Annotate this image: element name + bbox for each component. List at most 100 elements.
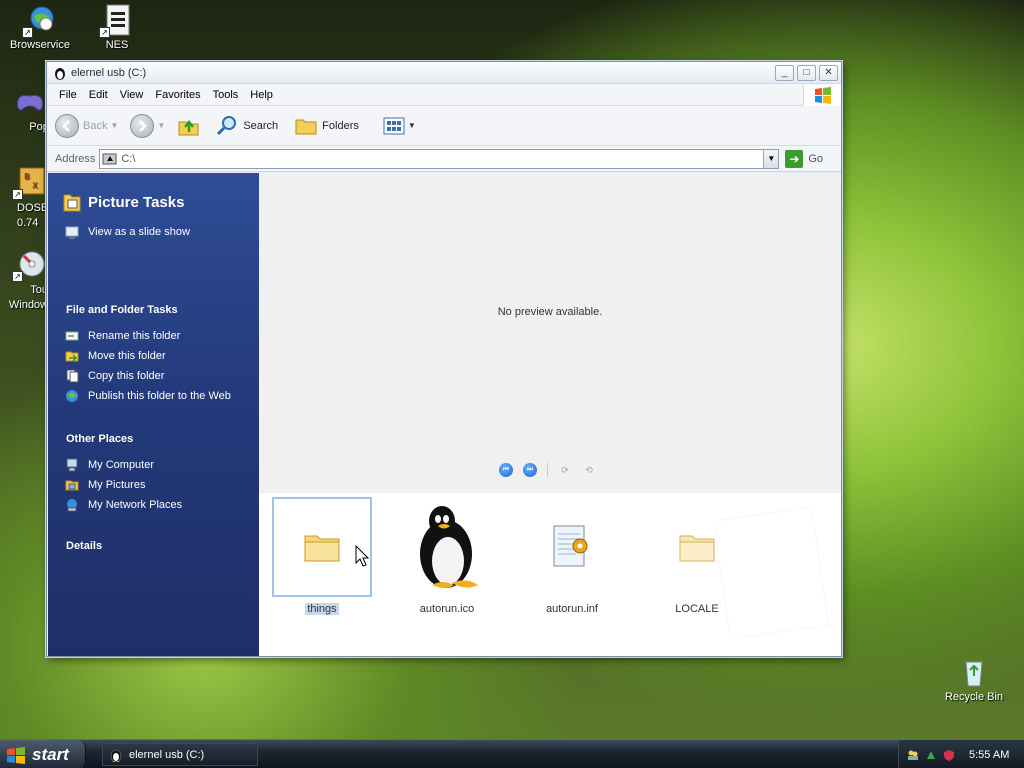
address-bar: Address C:\ ▼ ➔ Go — [47, 146, 841, 172]
place-label: My Pictures — [88, 479, 146, 491]
maximize-button[interactable]: □ — [797, 64, 816, 81]
task-label: Move this folder — [88, 350, 166, 362]
my-computer-icon — [66, 458, 78, 472]
place-my-network-places[interactable]: My Network Places — [65, 498, 182, 513]
taskbar-window-label: elernel usb (C:) — [129, 748, 205, 761]
clock[interactable]: 5:55 AM — [969, 749, 1009, 761]
svg-text:X: X — [32, 181, 38, 190]
menu-help[interactable]: Help — [244, 89, 279, 101]
chevron-down-icon[interactable]: ▼ — [157, 121, 165, 130]
maximize-icon: □ — [803, 66, 810, 78]
search-label: Search — [243, 119, 279, 132]
go-arrow-icon: ➔ — [785, 149, 804, 168]
minimize-button[interactable]: _ — [775, 64, 794, 81]
forward-button[interactable]: ▼ — [130, 113, 165, 138]
filmstrip: things autorun.ico autorun.inf LOCALE — [259, 493, 841, 656]
go-button[interactable]: ➔ Go — [785, 149, 823, 168]
system-tray: 5:55 AM — [898, 740, 1024, 768]
rotate-clockwise-button[interactable]: ⟳ — [558, 463, 572, 477]
desktop-icon-browservice[interactable]: ↗ Browservice — [2, 4, 78, 51]
other-places-header[interactable]: Other Places — [66, 433, 133, 445]
desktop-icon-label: NES — [105, 39, 129, 51]
filmstrip-item[interactable]: LOCALE — [647, 497, 747, 617]
rotate-clockwise-icon: ⟳ — [561, 464, 569, 475]
place-my-pictures[interactable]: My Pictures — [65, 478, 145, 493]
task-move-folder[interactable]: Move this folder — [65, 349, 166, 364]
address-value: C:\ — [121, 152, 136, 165]
chevron-down-icon[interactable]: ▼ — [408, 121, 416, 130]
window-title: elernel usb (C:) — [71, 66, 147, 79]
views-button[interactable]: ▼ — [383, 117, 416, 135]
address-dropdown-button[interactable]: ▼ — [763, 149, 779, 168]
menu-view[interactable]: View — [114, 89, 150, 101]
file-name: autorun.inf — [546, 603, 598, 615]
next-image-button[interactable]: ⏭ — [523, 463, 537, 477]
rotate-counterclockwise-icon: ⟲ — [585, 464, 593, 475]
picture-tasks-header[interactable]: Picture Tasks — [62, 191, 184, 213]
folders-icon — [295, 119, 317, 134]
windows-flag-icon — [7, 746, 25, 764]
windows-logo-icon — [803, 84, 841, 106]
task-publish-folder[interactable]: Publish this folder to the Web — [65, 389, 235, 404]
menu-bar: File Edit View Favorites Tools Help — [47, 84, 841, 106]
file-folder-tasks-header[interactable]: File and Folder Tasks — [66, 304, 178, 316]
no-preview-message: No preview available. — [497, 306, 603, 318]
network-icon[interactable] — [925, 749, 937, 761]
details-header[interactable]: Details — [66, 540, 102, 552]
close-button[interactable]: ✕ — [819, 64, 838, 81]
file-name: LOCALE — [675, 603, 719, 615]
explorer-window[interactable]: elernel usb (C:) _ □ ✕ File Edit View Fa… — [46, 61, 842, 657]
previous-icon: ⏮ — [502, 466, 510, 473]
close-icon: ✕ — [824, 66, 833, 78]
search-icon — [217, 115, 237, 135]
preview-pane: No preview available. ⏮ ⏭ ⟳ ⟲ — [259, 173, 841, 491]
chevron-down-icon: ▼ — [767, 154, 776, 163]
title-bar[interactable]: elernel usb (C:) _ □ ✕ — [47, 62, 841, 84]
filmstrip-item[interactable]: autorun.ico — [397, 497, 497, 617]
folders-label: Folders — [322, 119, 359, 132]
nes-file-icon: ↗ — [99, 4, 133, 38]
start-label: start — [32, 744, 69, 764]
task-copy-folder[interactable]: Copy this folder — [65, 369, 164, 384]
rotate-counterclockwise-button[interactable]: ⟲ — [582, 463, 596, 477]
dosbox-icon: BX ↗ — [12, 166, 46, 200]
copy-icon — [66, 369, 79, 383]
start-button[interactable]: start — [0, 740, 86, 768]
picture-tasks-title: Picture Tasks — [88, 193, 185, 211]
desktop-icon-nes[interactable]: ↗ NES — [79, 4, 155, 51]
thumbnail-frame — [522, 497, 622, 597]
place-my-computer[interactable]: My Computer — [65, 458, 154, 473]
security-shield-icon[interactable] — [943, 749, 955, 761]
back-button[interactable]: Back ▼ — [55, 113, 118, 138]
up-folder-button[interactable] — [177, 114, 201, 138]
thumbnail-frame — [397, 497, 497, 597]
desktop-icon-label: Browservice — [10, 39, 70, 51]
desktop-icon-recycle-bin[interactable]: Recycle Bin — [936, 656, 1012, 703]
address-input[interactable]: C:\ ▼ — [99, 148, 780, 169]
task-rename-folder[interactable]: Rename this folder — [65, 329, 180, 344]
chevron-down-icon[interactable]: ▼ — [110, 121, 118, 130]
menu-edit[interactable]: Edit — [83, 89, 114, 101]
gamepad-icon — [14, 86, 46, 118]
up-folder-icon — [178, 119, 199, 135]
menu-tools[interactable]: Tools — [207, 89, 245, 101]
back-arrow-icon — [55, 113, 79, 138]
drive-icon — [102, 153, 117, 164]
address-label: Address — [55, 152, 96, 165]
task-view-slideshow[interactable]: View as a slide show — [65, 225, 190, 240]
next-icon: ⏭ — [526, 466, 534, 473]
minimize-icon: _ — [781, 66, 788, 78]
folders-button[interactable]: Folders — [294, 115, 359, 137]
menu-favorites[interactable]: Favorites — [149, 89, 206, 101]
menu-file[interactable]: File — [53, 89, 83, 101]
filmstrip-item[interactable]: autorun.inf — [522, 497, 622, 617]
mouse-cursor-icon — [355, 545, 369, 567]
users-icon[interactable] — [907, 749, 919, 761]
move-icon — [65, 351, 79, 362]
taskbar-window-button[interactable]: elernel usb (C:) — [102, 743, 258, 766]
search-button[interactable]: Search — [215, 114, 278, 138]
task-pane: Picture Tasks View as a slide show File … — [48, 173, 259, 656]
place-label: My Computer — [88, 459, 155, 471]
previous-image-button[interactable]: ⏮ — [499, 463, 513, 477]
recycle-bin-icon — [958, 656, 990, 688]
